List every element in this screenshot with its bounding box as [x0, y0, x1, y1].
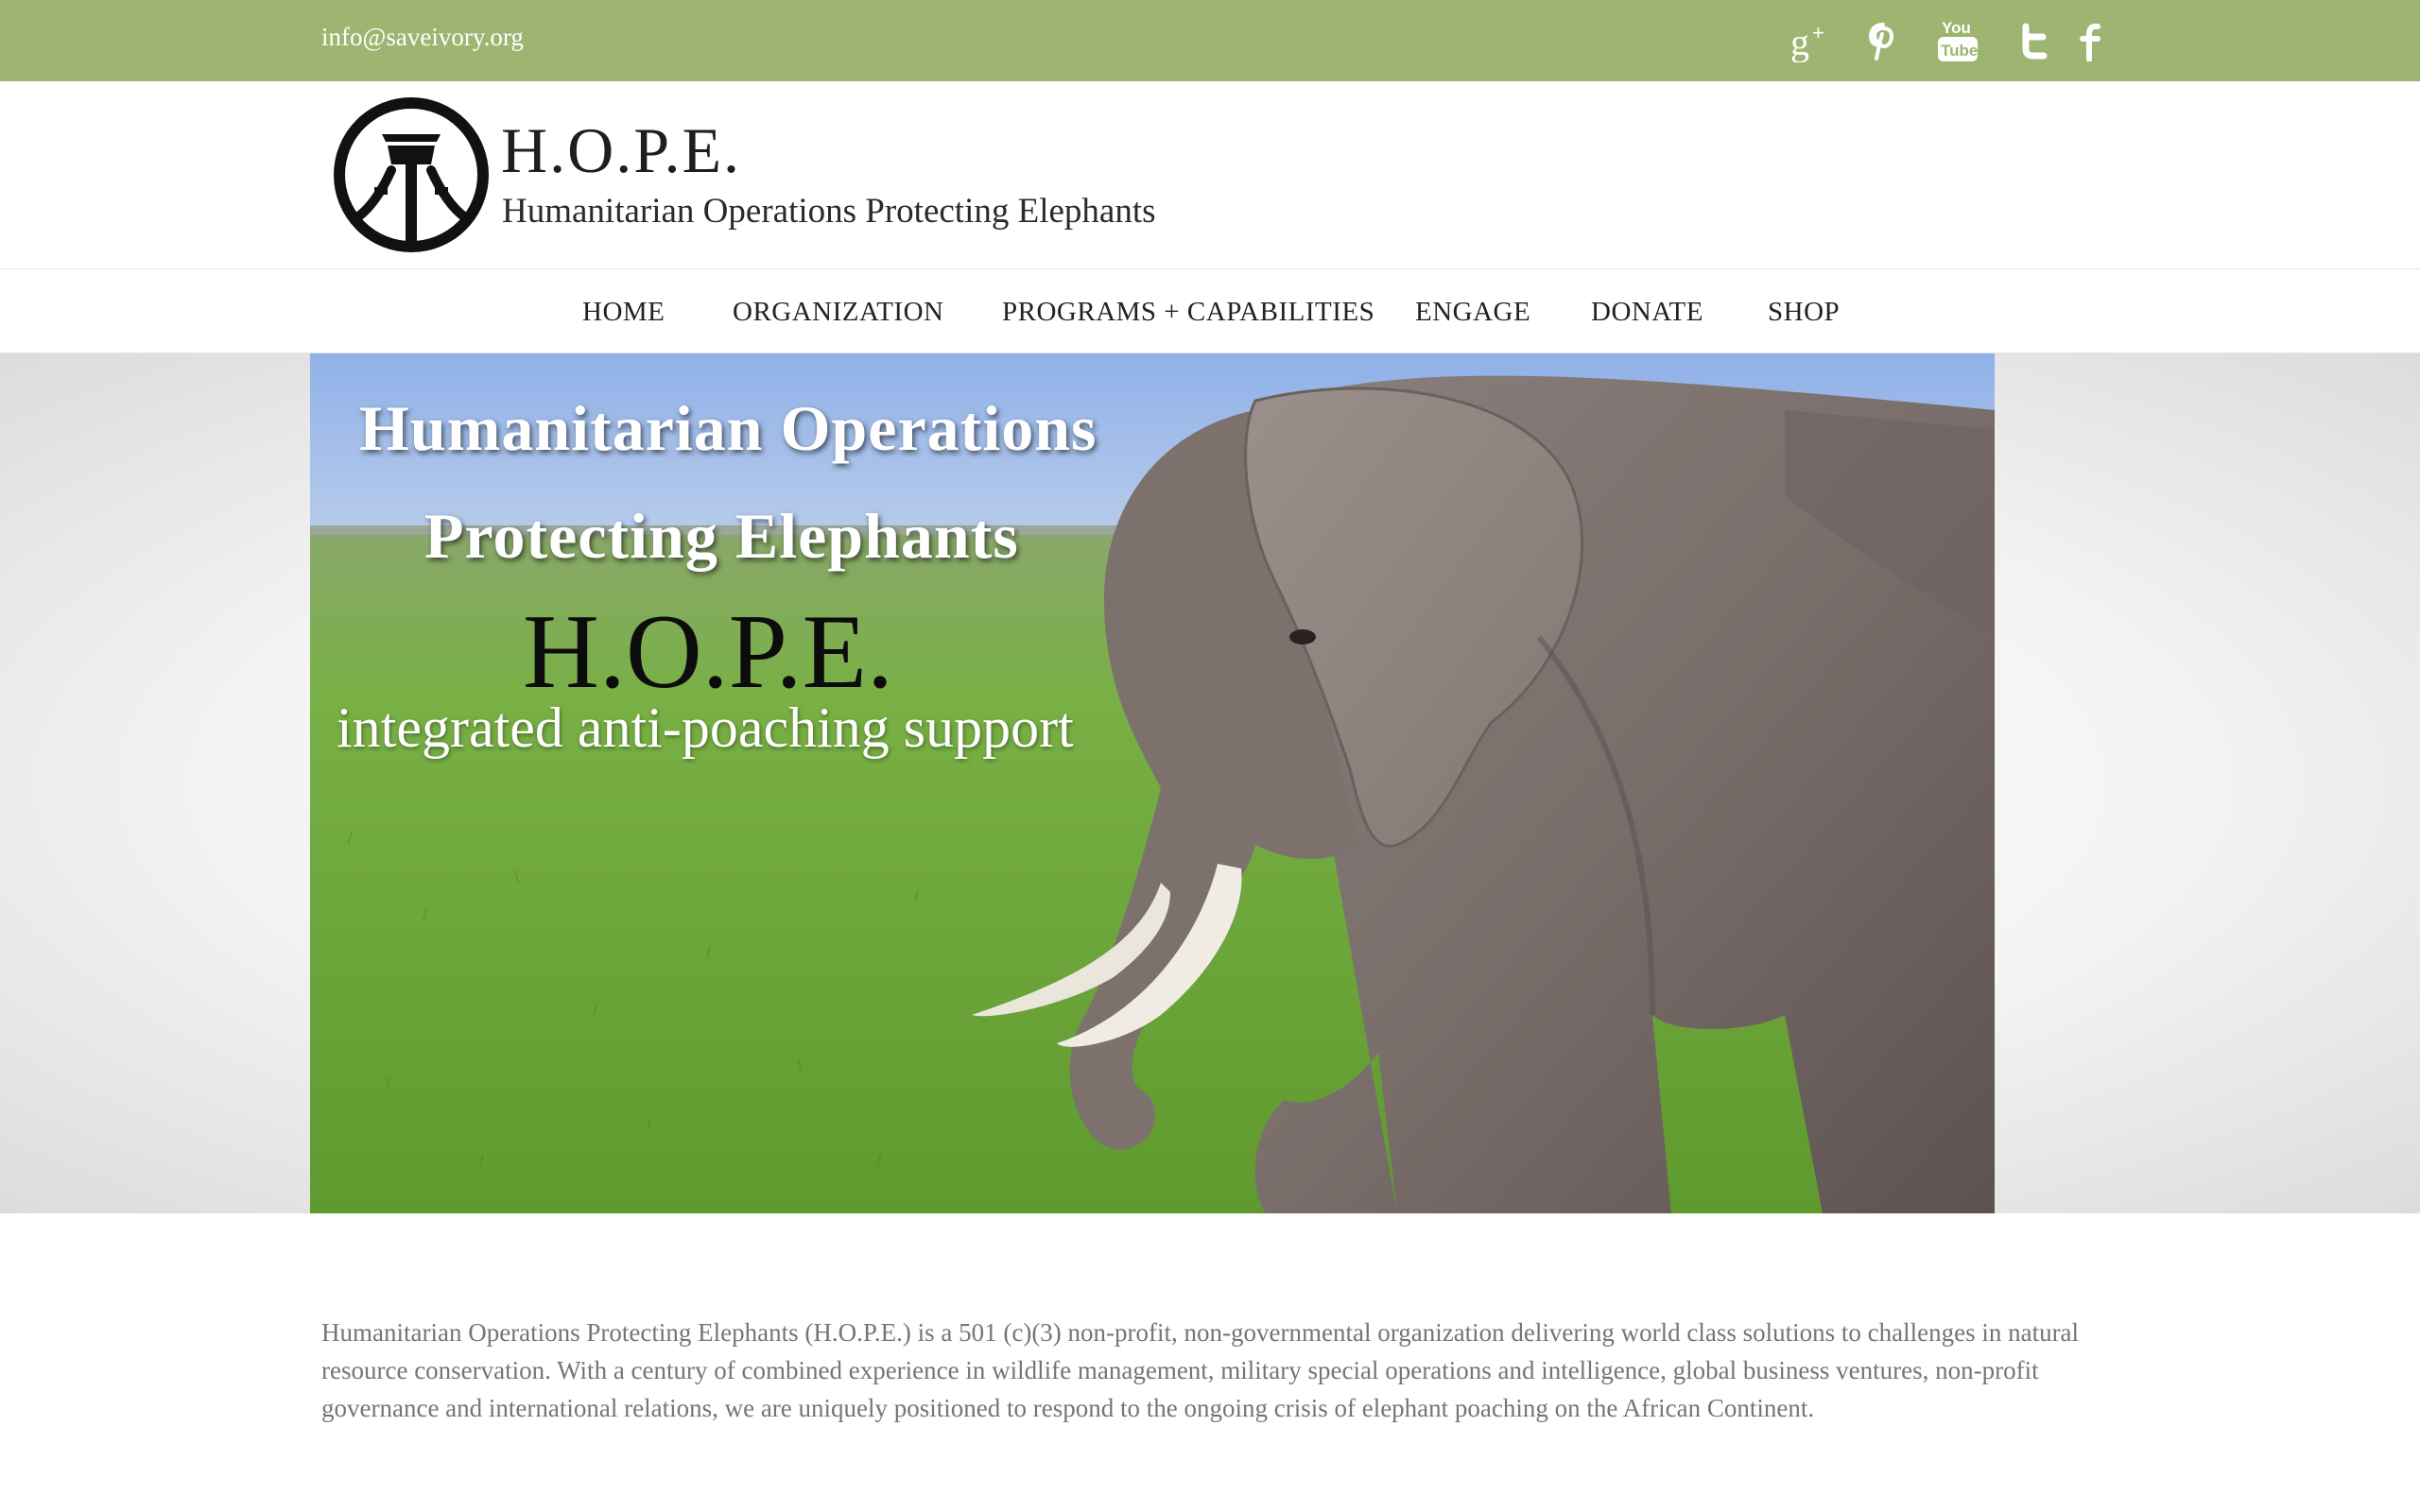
youtube-icon[interactable]: You Tube [1934, 13, 1981, 70]
logo-title: H.O.P.E. [501, 114, 742, 186]
svg-text:Tube: Tube [1941, 42, 1978, 60]
hero-headline-line1: Humanitarian Operations [359, 392, 1098, 464]
nav-item-shop[interactable]: SHOP [1768, 297, 1840, 328]
google-plus-icon[interactable]: g + [1785, 13, 1838, 70]
intro-paragraph: Humanitarian Operations Protecting Eleph… [321, 1318, 2080, 1422]
nav-item-donate[interactable]: DONATE [1591, 297, 1703, 328]
nav-item-programs-capabilities[interactable]: PROGRAMS + CAPABILITIES [1002, 297, 1374, 328]
elephant-photo [310, 353, 1995, 1213]
contact-email-link[interactable]: info@saveivory.org [321, 23, 524, 52]
nav-item-home[interactable]: HOME [582, 297, 665, 328]
svg-text:+: + [1812, 21, 1824, 44]
hope-logo-icon[interactable] [333, 96, 490, 253]
main-nav: HOME ORGANIZATION PROGRAMS + CAPABILITIE… [0, 270, 2420, 353]
logo-subtitle: Humanitarian Operations Protecting Eleph… [502, 192, 1156, 231]
pinterest-icon[interactable] [1862, 13, 1904, 70]
nav-item-organization[interactable]: ORGANIZATION [733, 297, 943, 328]
hero-tagline: integrated anti-poaching support [337, 696, 1074, 759]
nav-item-engage[interactable]: ENGAGE [1415, 297, 1530, 328]
top-bar: info@saveivory.org g + You Tube [0, 0, 2420, 81]
facebook-icon[interactable] [2074, 13, 2108, 70]
twitter-icon[interactable] [2014, 13, 2051, 70]
hero-banner: Humanitarian Operations Protecting Eleph… [310, 353, 1995, 1213]
site-header: H.O.P.E. Humanitarian Operations Protect… [0, 81, 2420, 269]
hero-headline-line2: Protecting Elephants [424, 500, 1019, 572]
svg-text:You: You [1942, 19, 1971, 37]
svg-text:g: g [1790, 21, 1809, 62]
